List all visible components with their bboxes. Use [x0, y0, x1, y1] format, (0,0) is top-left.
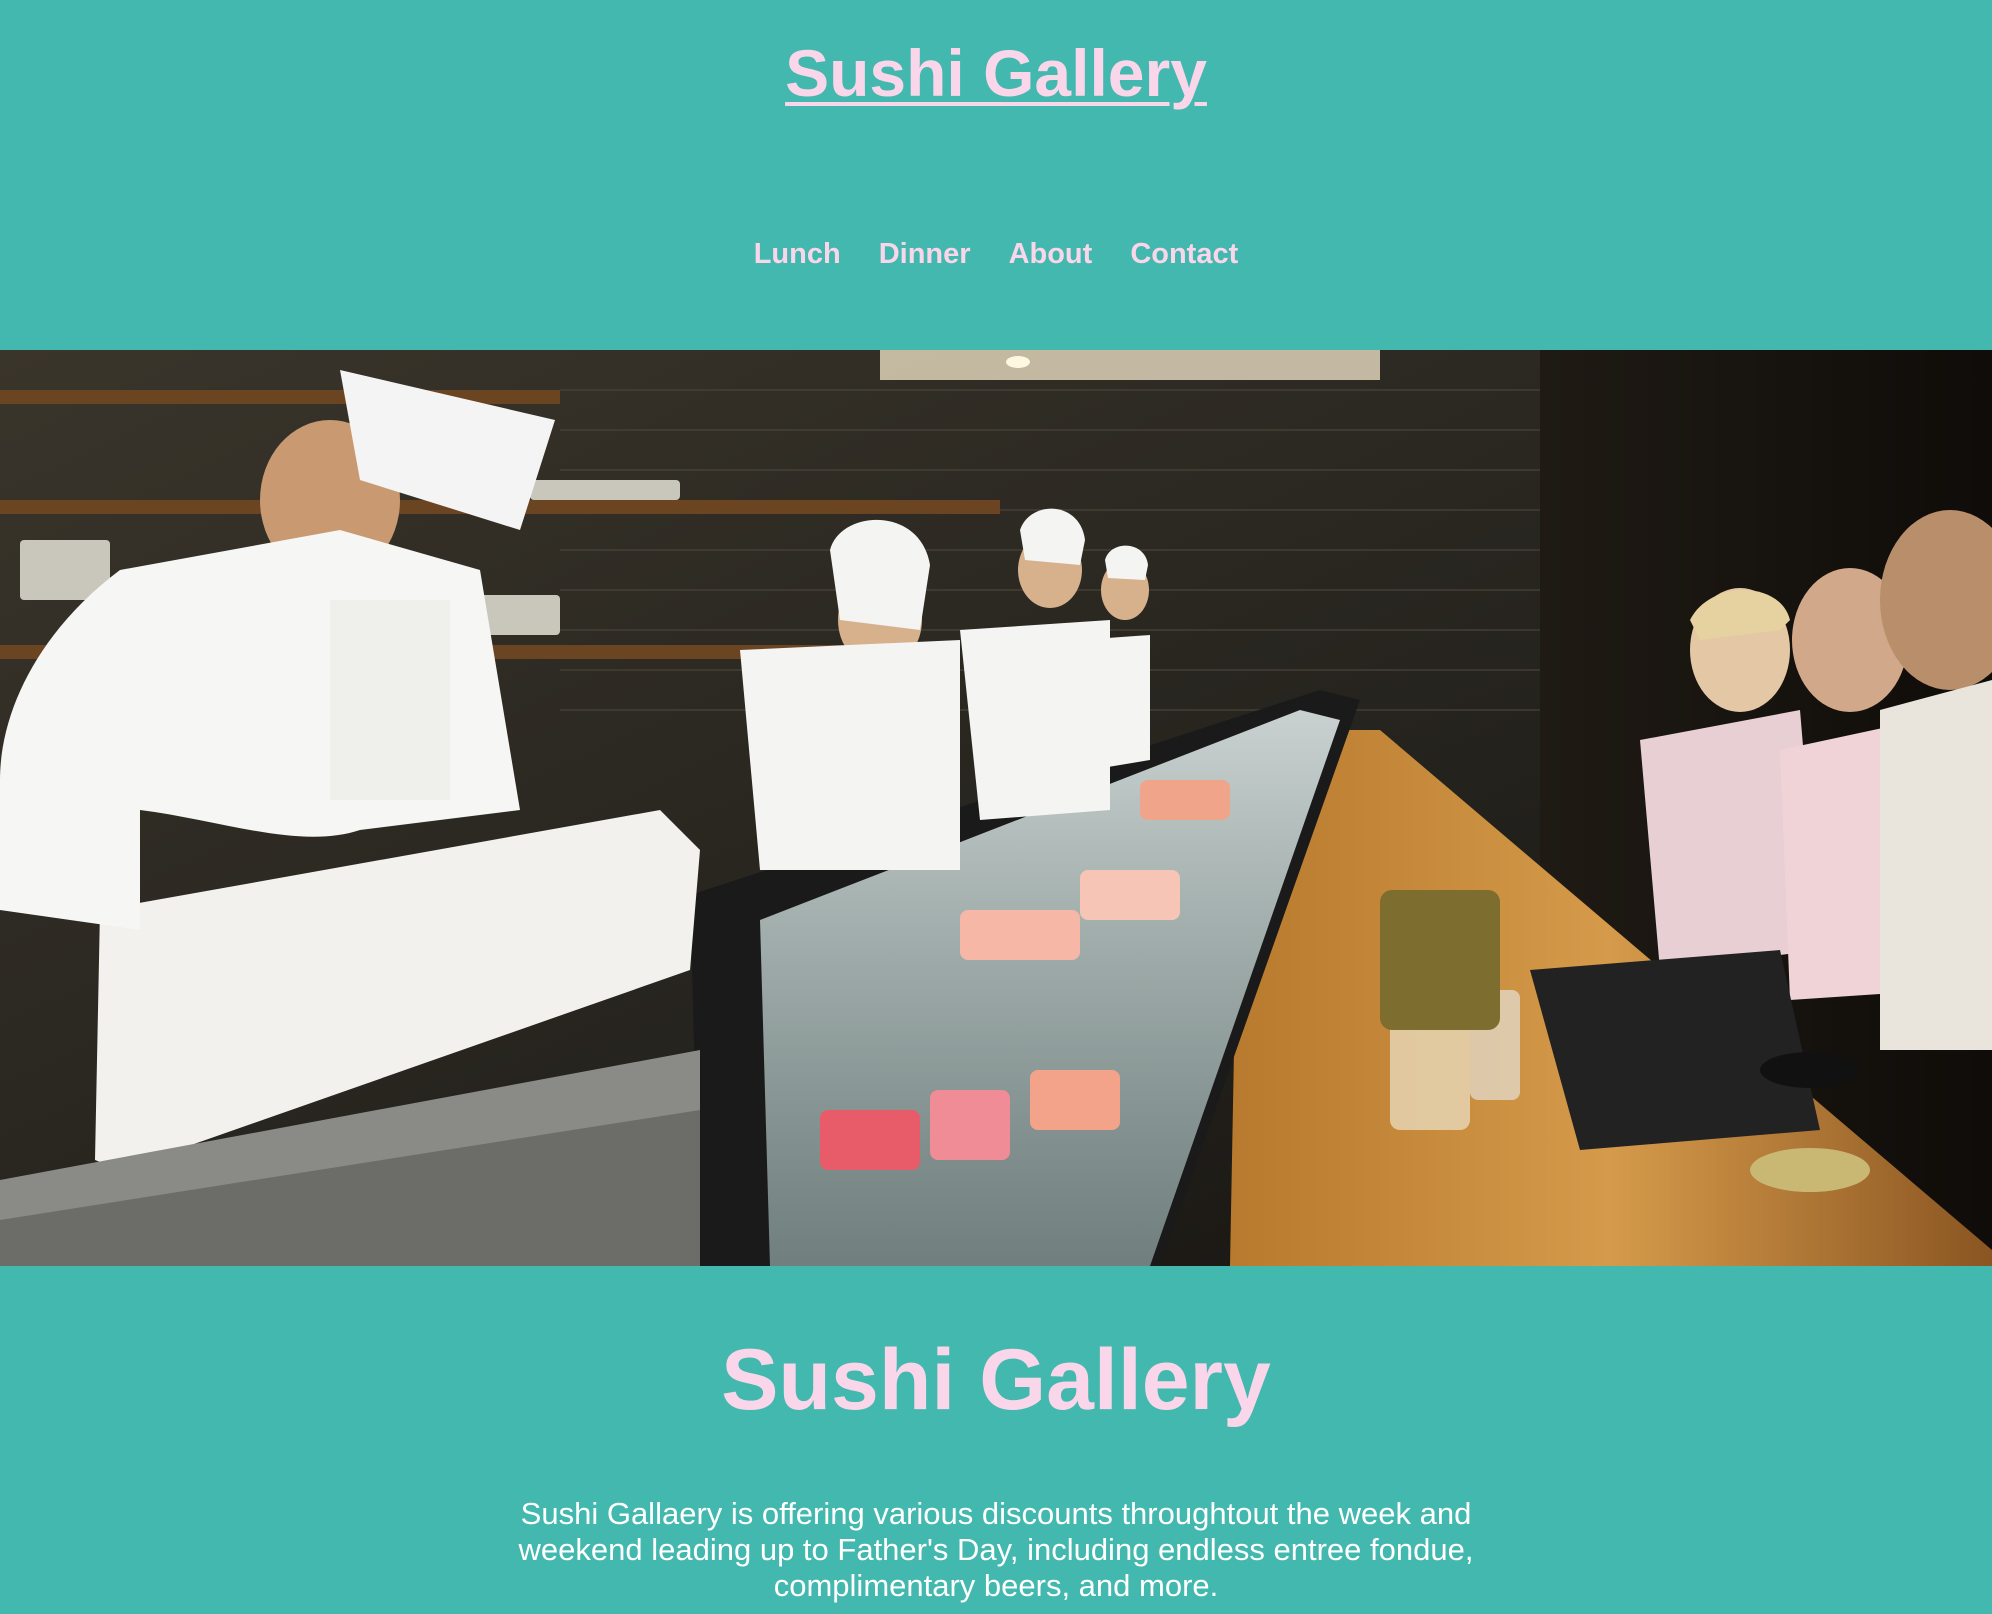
site-header: Sushi Gallery Lunch Dinner About Contact: [0, 0, 1992, 350]
sushi-bar-photo: [0, 350, 1992, 1266]
nav-link-lunch[interactable]: Lunch: [754, 234, 841, 274]
site-title: Sushi Gallery: [0, 36, 1992, 110]
main-heading: Sushi Gallery: [721, 1332, 1271, 1428]
hero-image: [0, 350, 1992, 1266]
main-description: Sushi Gallaery is offering various disco…: [518, 1496, 1474, 1603]
nav-link-contact[interactable]: Contact: [1130, 234, 1238, 274]
main-nav: Lunch Dinner About Contact: [0, 234, 1992, 274]
nav-link-about[interactable]: About: [1009, 234, 1093, 274]
nav-link-dinner[interactable]: Dinner: [879, 234, 971, 274]
site-title-link[interactable]: Sushi Gallery: [785, 36, 1207, 110]
